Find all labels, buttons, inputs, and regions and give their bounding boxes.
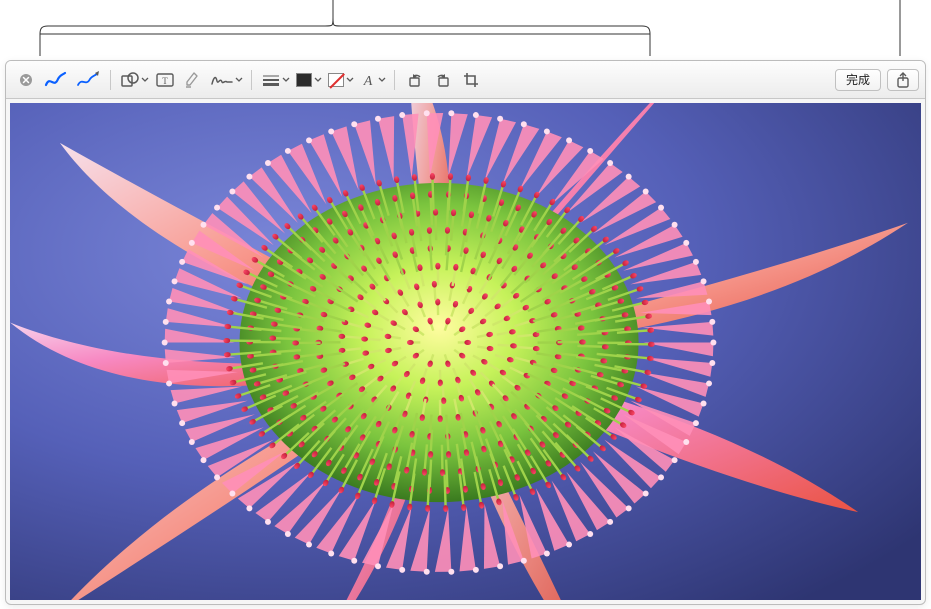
border-color-swatch — [328, 73, 344, 87]
chevron-down-icon — [282, 77, 290, 83]
text-button[interactable]: T — [151, 68, 179, 92]
done-button-label: 完成 — [846, 71, 870, 88]
chevron-down-icon — [314, 77, 322, 83]
rotate-right-button[interactable] — [429, 68, 457, 92]
font-icon: A — [360, 72, 376, 88]
fill-color-swatch — [296, 73, 312, 87]
svg-text:A: A — [363, 74, 373, 88]
chevron-down-icon — [378, 77, 386, 83]
close-button[interactable] — [12, 68, 40, 92]
sketch-icon — [44, 71, 68, 89]
line-style-icon — [262, 73, 280, 87]
highlight-button[interactable] — [179, 68, 207, 92]
chevron-down-icon — [346, 77, 354, 83]
sketch-tool-button[interactable] — [40, 68, 72, 92]
done-button[interactable]: 完成 — [835, 69, 881, 91]
crop-icon — [463, 72, 479, 88]
callout-lines — [0, 0, 931, 60]
chevron-down-icon — [235, 77, 243, 83]
font-style-button[interactable]: A — [356, 68, 388, 92]
markup-window: T A — [5, 60, 926, 605]
draw-icon — [76, 71, 100, 89]
chevron-down-icon — [141, 77, 149, 83]
border-color-button[interactable] — [324, 68, 356, 92]
text-icon: T — [156, 72, 174, 88]
shapes-button[interactable] — [117, 68, 151, 92]
rotate-left-button[interactable] — [401, 68, 429, 92]
flower-image: (function(){ var ns="http://www.w3.org/2… — [10, 103, 921, 600]
image-canvas[interactable]: (function(){ var ns="http://www.w3.org/2… — [10, 103, 921, 600]
rotate-right-icon — [435, 72, 451, 88]
close-icon — [19, 73, 33, 87]
crop-button[interactable] — [457, 68, 485, 92]
fill-color-button[interactable] — [292, 68, 324, 92]
highlight-icon — [184, 72, 202, 88]
draw-tool-button[interactable] — [72, 68, 104, 92]
share-icon — [896, 72, 910, 88]
separator — [394, 70, 395, 90]
svg-text:T: T — [162, 76, 168, 86]
signature-icon — [211, 73, 233, 87]
shapes-icon — [121, 72, 139, 88]
markup-toolbar: T A — [6, 61, 925, 99]
rotate-left-icon — [407, 72, 423, 88]
line-style-button[interactable] — [258, 68, 292, 92]
separator — [251, 70, 252, 90]
share-button[interactable] — [887, 69, 919, 91]
signature-button[interactable] — [207, 68, 245, 92]
separator — [110, 70, 111, 90]
